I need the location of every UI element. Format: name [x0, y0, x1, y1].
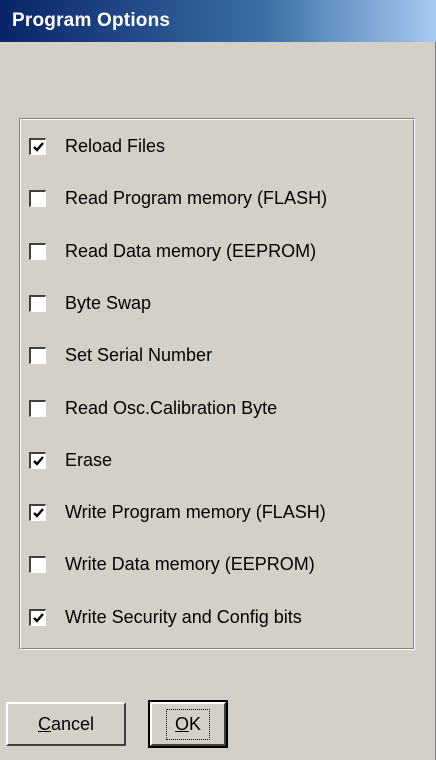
- checkbox-checked[interactable]: [29, 503, 46, 521]
- checkmark-icon: [33, 455, 44, 466]
- option-label: Byte Swap: [65, 292, 152, 313]
- window-title: Program Options: [12, 10, 171, 31]
- checkbox-checked[interactable]: [29, 608, 46, 626]
- option-row[interactable]: Write Security and Config bits: [29, 602, 302, 632]
- checkbox-unchecked[interactable]: [29, 189, 46, 207]
- option-label: Write Security and Config bits: [65, 606, 302, 627]
- option-label: Read Program memory (FLASH): [65, 187, 328, 208]
- option-row[interactable]: Byte Swap: [29, 288, 151, 318]
- checkbox-unchecked[interactable]: [29, 242, 46, 260]
- checkmark-icon: [33, 507, 44, 518]
- option-label: Read Data memory (EEPROM): [65, 240, 317, 261]
- option-row[interactable]: Reload Files: [29, 131, 165, 161]
- ok-accelerator: O: [174, 713, 189, 734]
- checkbox-checked[interactable]: [29, 451, 46, 469]
- option-label: Erase: [65, 449, 113, 470]
- option-label: Write Data memory (EEPROM): [65, 553, 315, 574]
- checkbox-unchecked[interactable]: [29, 399, 46, 417]
- checkbox-unchecked[interactable]: [29, 294, 46, 312]
- option-row[interactable]: Write Data memory (EEPROM): [29, 549, 315, 579]
- cancel-label: ancel: [50, 713, 95, 734]
- checkbox-unchecked[interactable]: [29, 346, 46, 364]
- title-bar[interactable]: Program Options: [0, 0, 436, 42]
- ok-button[interactable]: OK: [148, 700, 228, 748]
- checkbox-unchecked[interactable]: [29, 555, 46, 573]
- option-row[interactable]: Read Osc.Calibration Byte: [29, 393, 277, 423]
- option-row[interactable]: Read Data memory (EEPROM): [29, 236, 316, 266]
- program-options-dialog: Program Options Reload Files Read Program…: [0, 0, 436, 760]
- ok-label: K: [189, 713, 202, 734]
- option-label: Write Program memory (FLASH): [65, 501, 326, 522]
- option-label: Set Serial Number: [65, 344, 213, 365]
- cancel-button[interactable]: Cancel: [6, 702, 126, 746]
- option-row[interactable]: Set Serial Number: [29, 340, 212, 370]
- option-label: Read Osc.Calibration Byte: [65, 397, 278, 418]
- checkbox-checked[interactable]: [29, 137, 46, 155]
- cancel-accelerator: C: [37, 713, 51, 734]
- option-row[interactable]: Read Program memory (FLASH): [29, 183, 327, 213]
- option-row[interactable]: Write Program memory (FLASH): [29, 497, 326, 527]
- option-label: Reload Files: [65, 135, 166, 156]
- option-row[interactable]: Erase: [29, 445, 112, 475]
- checkmark-icon: [33, 612, 44, 623]
- ok-focus-rect: OK: [165, 708, 211, 740]
- checkmark-icon: [33, 141, 44, 152]
